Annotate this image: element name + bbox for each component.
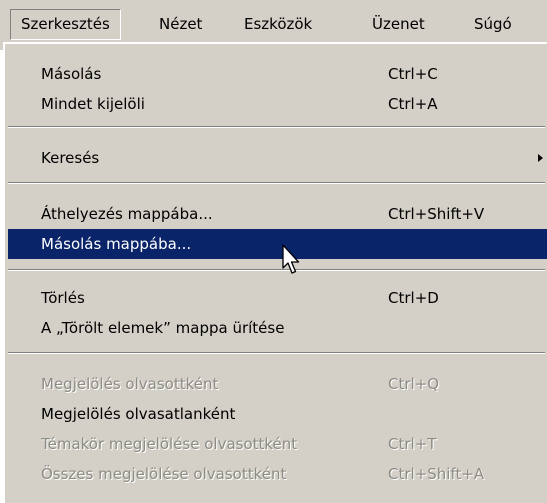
chevron-right-icon <box>538 154 543 162</box>
menu-item-copy-to-folder[interactable]: Másolás mappába... <box>8 229 547 259</box>
menu-item-shortcut: Ctrl+C <box>388 65 438 83</box>
menu-item-shortcut: Ctrl+Q <box>388 375 440 393</box>
menu-item-label: Keresés <box>41 149 100 167</box>
menu-item-label: Mindet kijelöli <box>41 95 145 113</box>
menu-item-mark-thread-read: Témakör megjelölése olvasottként Ctrl+T <box>8 429 547 459</box>
menu-item-label: Témakör megjelölése olvasottként <box>41 435 298 453</box>
menu-item-shortcut: Ctrl+Shift+V <box>388 205 485 223</box>
menu-separator <box>8 126 545 128</box>
menu-item-shortcut: Ctrl+T <box>388 435 437 453</box>
menu-item-shortcut: Ctrl+D <box>388 289 439 307</box>
menu-separator <box>8 352 545 354</box>
menu-eszkozok[interactable]: Eszközök <box>234 9 322 40</box>
menu-item-label: Áthelyezés mappába... <box>41 205 213 223</box>
menu-item-find[interactable]: Keresés <box>8 143 547 173</box>
menu-item-label: Összes megjelölése olvasottként <box>41 465 287 483</box>
menu-item-label: A „Törölt elemek” mappa ürítése <box>41 319 285 337</box>
menu-item-delete[interactable]: Törlés Ctrl+D <box>8 283 547 313</box>
menu-item-shortcut: Ctrl+Shift+A <box>388 465 485 483</box>
menu-item-label: Törlés <box>41 289 85 307</box>
menu-separator <box>8 182 545 184</box>
menu-item-shortcut: Ctrl+A <box>388 95 438 113</box>
menu-item-mark-as-unread[interactable]: Megjelölés olvasatlanként <box>8 399 547 429</box>
menu-item-label: Megjelölés olvasottként <box>41 375 219 393</box>
menu-item-label: Megjelölés olvasatlanként <box>41 405 236 423</box>
menu-item-mark-all-read: Összes megjelölése olvasottként Ctrl+Shi… <box>8 459 547 489</box>
mouse-pointer-icon <box>282 244 300 274</box>
menu-separator <box>8 269 545 271</box>
menu-nezet[interactable]: Nézet <box>149 9 212 40</box>
edit-dropdown-menu: Másolás Ctrl+C Mindet kijelöli Ctrl+A Ke… <box>3 42 547 503</box>
menu-item-copy[interactable]: Másolás Ctrl+C <box>8 59 547 89</box>
menu-szerkesztes[interactable]: Szerkesztés <box>10 9 121 40</box>
menu-uzenet[interactable]: Üzenet <box>362 9 435 40</box>
menu-item-move-to-folder[interactable]: Áthelyezés mappába... Ctrl+Shift+V <box>8 199 547 229</box>
menu-sugo[interactable]: Súgó <box>464 9 522 40</box>
menu-item-empty-deleted-items[interactable]: A „Törölt elemek” mappa ürítése <box>8 313 547 343</box>
menu-item-label: Másolás <box>41 65 102 83</box>
menu-item-select-all[interactable]: Mindet kijelöli Ctrl+A <box>8 89 547 119</box>
menu-item-mark-as-read: Megjelölés olvasottként Ctrl+Q <box>8 369 547 399</box>
menu-item-label: Másolás mappába... <box>41 235 192 253</box>
